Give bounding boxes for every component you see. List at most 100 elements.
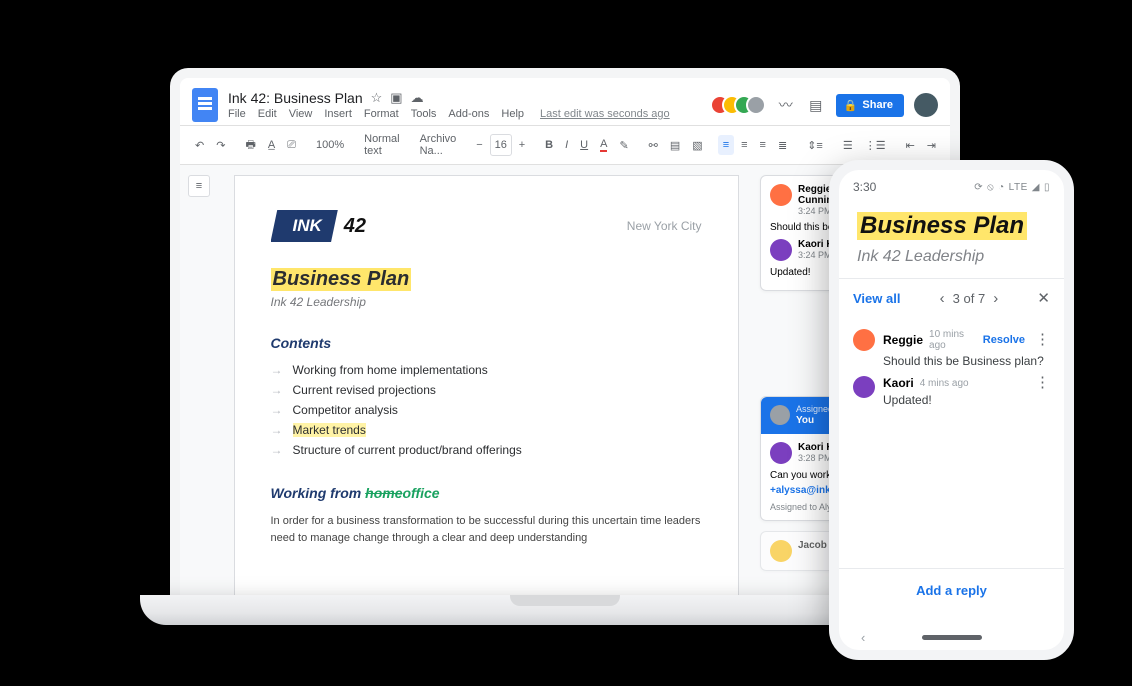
font-select[interactable]: Archivo Na... xyxy=(415,129,462,161)
account-avatar[interactable] xyxy=(914,93,938,117)
docs-logo-icon[interactable] xyxy=(192,88,218,122)
font-size-inc[interactable]: + xyxy=(514,135,530,155)
bold-button[interactable]: B xyxy=(540,135,558,155)
paint-format-button[interactable]: ⎚ xyxy=(282,135,301,156)
phone-document[interactable]: Business Plan Ink 42 Leadership xyxy=(839,198,1064,278)
cloud-saved-icon: ☁ xyxy=(411,90,424,106)
redo-button[interactable]: ↷ xyxy=(211,135,230,156)
menu-format[interactable]: Format xyxy=(364,108,399,120)
comments-icon[interactable]: ▤ xyxy=(806,95,826,115)
phone-comment-nav: View all ‹ 3 of 7 › ✕ xyxy=(839,278,1064,317)
toc-item[interactable]: Current revised projections xyxy=(271,383,702,397)
heading-working-from: Working from homeoffice xyxy=(271,485,702,501)
insert-link-button[interactable]: ⚯ xyxy=(644,135,663,156)
bulleted-list-button[interactable]: ⋮☰ xyxy=(860,135,891,156)
phone-clock: 3:30 xyxy=(853,180,876,194)
spellcheck-button[interactable]: A̲ xyxy=(263,135,280,155)
underline-button[interactable]: U xyxy=(575,135,593,155)
presence-avatars xyxy=(710,95,766,115)
view-all-link[interactable]: View all xyxy=(853,291,900,306)
comment-more-icon[interactable]: ⋮ xyxy=(1035,336,1050,344)
indent-inc-button[interactable]: ⇥ xyxy=(922,135,941,156)
resolve-link[interactable]: Resolve xyxy=(983,334,1025,346)
highlight-button[interactable]: ✎ xyxy=(614,135,633,156)
network-label: LTE xyxy=(1009,182,1028,193)
line-spacing-button[interactable]: ⇕≡ xyxy=(802,135,828,156)
header-right: 〰 ▤ 🔒 Share xyxy=(710,93,938,117)
company-logo: INK 42 xyxy=(271,210,367,242)
subtitle: Ink 42 Leadership xyxy=(271,295,702,309)
star-icon[interactable]: ☆ xyxy=(371,90,383,106)
next-comment-button[interactable]: › xyxy=(993,290,998,307)
align-justify-button[interactable]: ≣ xyxy=(773,135,792,156)
align-center-button[interactable]: ≡ xyxy=(736,135,752,155)
phone-status-bar: 3:30 ⟳ ⦸ ◔ LTE ◢ ▯ xyxy=(839,170,1064,198)
prev-comment-button[interactable]: ‹ xyxy=(940,290,945,307)
commenter-avatar xyxy=(770,442,792,464)
outline-toggle-button[interactable]: ≡ xyxy=(188,175,210,197)
commenter-avatar xyxy=(853,329,875,351)
align-right-button[interactable]: ≡ xyxy=(755,135,771,155)
commenter-name: Reggie xyxy=(883,333,923,347)
pager-label: 3 of 7 xyxy=(953,291,986,306)
commenter-avatar xyxy=(770,239,792,261)
toc-item[interactable]: Working from home implementations xyxy=(271,363,702,377)
toc-item[interactable]: Market trends xyxy=(271,423,702,437)
toc-item[interactable]: Structure of current product/brand offer… xyxy=(271,443,702,457)
checklist-button[interactable]: ☰ xyxy=(838,135,858,156)
move-folder-icon[interactable]: ▣ xyxy=(390,90,402,106)
menu-file[interactable]: File xyxy=(228,108,246,120)
clock-icon: ◔ xyxy=(998,182,1005,193)
gesture-bar: ‹ xyxy=(839,635,1064,640)
toc-item[interactable]: Competitor analysis xyxy=(271,403,702,417)
font-size-input[interactable]: 16 xyxy=(490,134,512,156)
close-comments-button[interactable]: ✕ xyxy=(1037,289,1050,307)
phone-frame: 3:30 ⟳ ⦸ ◔ LTE ◢ ▯ Business Plan Ink 42 … xyxy=(829,160,1074,660)
heading-business-plan: Business Plan xyxy=(271,268,412,291)
menu-edit[interactable]: Edit xyxy=(258,108,277,120)
text-color-button[interactable]: A xyxy=(595,134,612,156)
add-reply-button[interactable]: Add a reply xyxy=(839,568,1064,612)
paragraph-style-select[interactable]: Normal text xyxy=(359,129,404,161)
menu-view[interactable]: View xyxy=(289,108,313,120)
commenter-avatar xyxy=(770,540,792,562)
insert-image-button[interactable]: ▧ xyxy=(687,135,707,156)
menu-insert[interactable]: Insert xyxy=(324,108,352,120)
doc-header: Ink 42: Business Plan ☆ ▣ ☁ File Edit Vi… xyxy=(180,78,950,125)
document-page[interactable]: INK 42 New York City Business Plan Ink 4… xyxy=(234,175,739,598)
phone-comment-list: Reggie 10 mins ago Resolve ⋮ Should this… xyxy=(839,317,1064,407)
zoom-select[interactable]: 100% xyxy=(311,135,349,155)
font-size-dec[interactable]: − xyxy=(471,135,487,155)
commenter-avatar xyxy=(853,376,875,398)
dnd-icon: ⦸ xyxy=(987,182,994,193)
laptop-notch xyxy=(510,595,620,606)
print-button[interactable]: 🖶 xyxy=(240,132,260,159)
presence-avatar[interactable] xyxy=(746,95,766,115)
italic-button[interactable]: I xyxy=(560,135,573,155)
phone-comment[interactable]: Reggie 10 mins ago Resolve ⋮ Should this… xyxy=(853,329,1050,368)
undo-button[interactable]: ↶ xyxy=(190,135,209,156)
indent-dec-button[interactable]: ⇤ xyxy=(901,135,920,156)
assignee-avatar xyxy=(770,405,790,425)
share-button[interactable]: 🔒 Share xyxy=(836,94,904,117)
menu-help[interactable]: Help xyxy=(501,108,524,120)
toolbar: ↶ ↷ 🖶 A̲ ⎚ 100% Normal text Archivo Na..… xyxy=(180,125,950,165)
menu-tools[interactable]: Tools xyxy=(411,108,437,120)
activity-icon[interactable]: 〰 xyxy=(776,95,796,115)
doc-title[interactable]: Ink 42: Business Plan xyxy=(228,90,363,106)
back-gesture-icon[interactable]: ‹ xyxy=(861,630,865,645)
last-edit-link[interactable]: Last edit was seconds ago xyxy=(540,108,670,120)
insert-comment-button[interactable]: ▤ xyxy=(665,135,685,156)
sync-icon: ⟳ xyxy=(974,182,983,193)
comment-more-icon[interactable]: ⋮ xyxy=(1035,379,1050,387)
comment-time: 10 mins ago xyxy=(929,329,977,351)
signal-icon: ◢ xyxy=(1032,182,1040,193)
menu-bar: File Edit View Insert Format Tools Add-o… xyxy=(228,108,670,120)
phone-comment[interactable]: Kaori 4 mins ago ⋮ Updated! xyxy=(853,376,1050,407)
share-label: Share xyxy=(862,99,893,111)
home-pill[interactable] xyxy=(922,635,982,640)
comment-body: Updated! xyxy=(883,393,1050,407)
align-left-button[interactable]: ≡ xyxy=(718,135,734,155)
menu-addons[interactable]: Add-ons xyxy=(448,108,489,120)
clear-format-button[interactable]: T✕ xyxy=(951,135,960,156)
